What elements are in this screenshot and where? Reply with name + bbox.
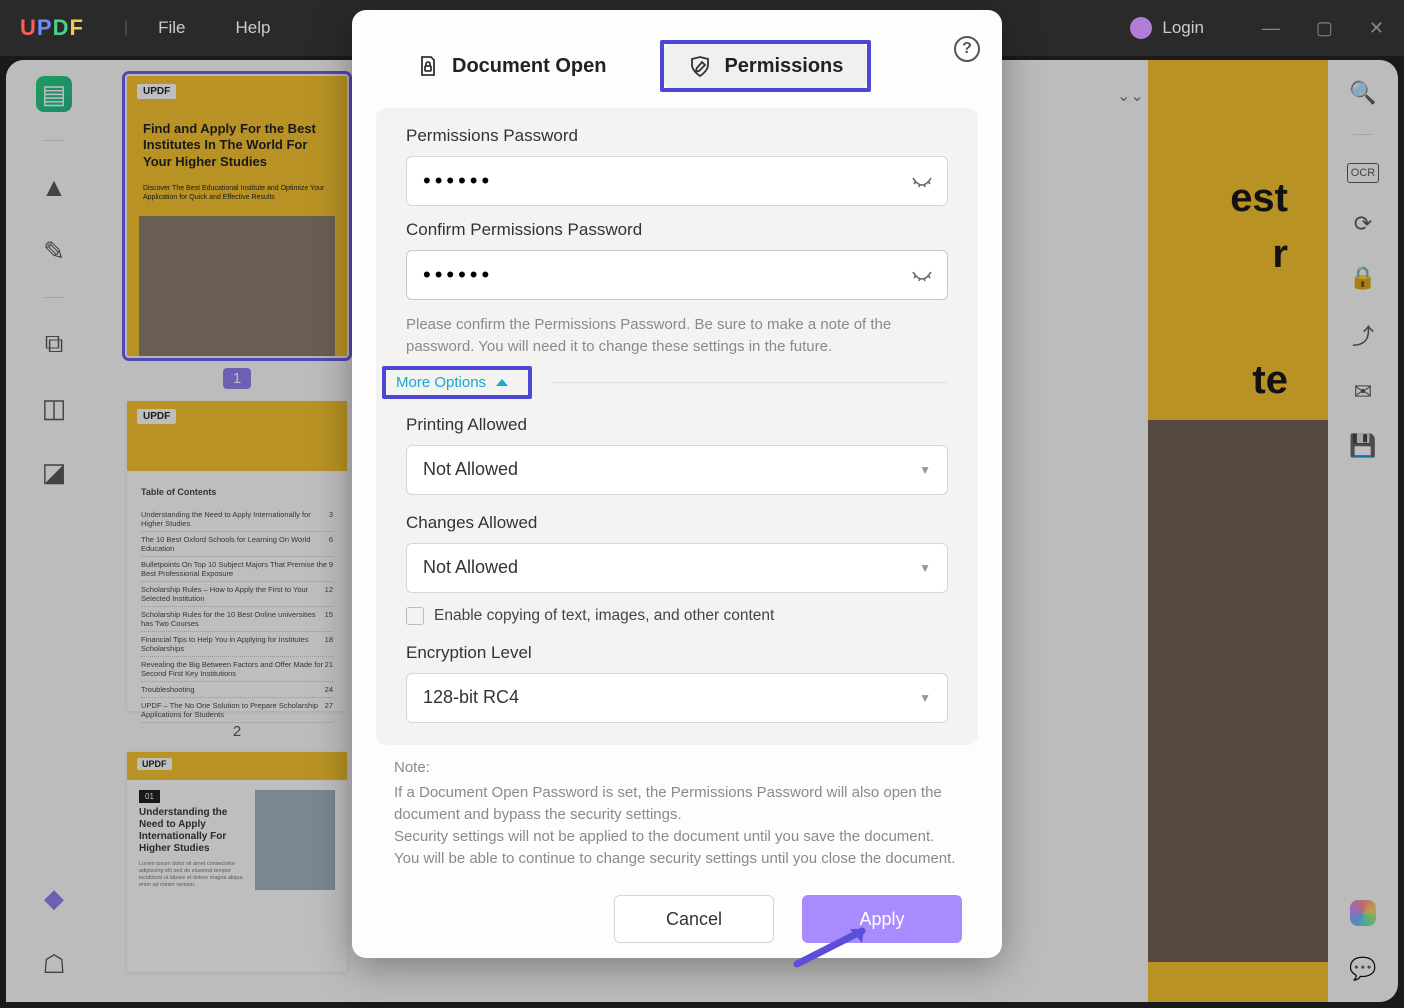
avatar-icon bbox=[1130, 17, 1152, 39]
encryption-label: Encryption Level bbox=[406, 643, 948, 663]
eye-hidden-icon[interactable] bbox=[910, 264, 934, 288]
enable-copy-checkbox[interactable]: Enable copying of text, images, and othe… bbox=[406, 607, 948, 625]
confirm-password-label: Confirm Permissions Password bbox=[406, 220, 948, 240]
confirm-hint: Please confirm the Permissions Password.… bbox=[406, 314, 948, 358]
login-button[interactable]: Login bbox=[1130, 17, 1204, 39]
tab-document-open[interactable]: Document Open bbox=[392, 40, 630, 92]
menu-help[interactable]: Help bbox=[235, 18, 270, 38]
more-options-toggle[interactable]: More Options bbox=[382, 366, 532, 399]
chevron-down-icon: ▼ bbox=[919, 463, 931, 477]
menu-file[interactable]: File bbox=[158, 18, 185, 38]
app-logo: UPDF bbox=[20, 15, 84, 41]
chevron-down-icon: ▼ bbox=[919, 561, 931, 575]
help-icon[interactable]: ? bbox=[954, 36, 980, 62]
lock-doc-icon bbox=[416, 54, 440, 78]
maximize-icon[interactable]: ▢ bbox=[1316, 18, 1333, 39]
chevron-down-icon: ▼ bbox=[919, 691, 931, 705]
checkbox-icon bbox=[406, 607, 424, 625]
close-icon[interactable]: ✕ bbox=[1369, 18, 1384, 39]
cancel-button[interactable]: Cancel bbox=[614, 895, 774, 943]
window-controls: — ▢ ✕ bbox=[1262, 18, 1384, 39]
changes-label: Changes Allowed bbox=[406, 513, 948, 533]
shield-pen-icon bbox=[688, 54, 712, 78]
minimize-icon[interactable]: — bbox=[1262, 18, 1280, 39]
caret-up-icon bbox=[496, 379, 508, 386]
permissions-password-label: Permissions Password bbox=[406, 126, 948, 146]
changes-select[interactable]: Not Allowed▼ bbox=[406, 543, 948, 593]
note-area: Note: If a Document Open Password is set… bbox=[352, 751, 1002, 876]
tab-permissions[interactable]: Permissions bbox=[664, 44, 867, 88]
printing-select[interactable]: Not Allowed▼ bbox=[406, 445, 948, 495]
encryption-select[interactable]: 128-bit RC4▼ bbox=[406, 673, 948, 723]
login-label: Login bbox=[1162, 18, 1204, 38]
separator: | bbox=[124, 19, 128, 37]
permissions-password-input[interactable] bbox=[406, 156, 948, 206]
confirm-password-input[interactable] bbox=[406, 250, 948, 300]
pointer-arrow-icon bbox=[792, 919, 882, 969]
security-dialog: ? Document Open Permissions Permissions … bbox=[352, 10, 1002, 958]
eye-hidden-icon[interactable] bbox=[910, 170, 934, 194]
printing-label: Printing Allowed bbox=[406, 415, 948, 435]
